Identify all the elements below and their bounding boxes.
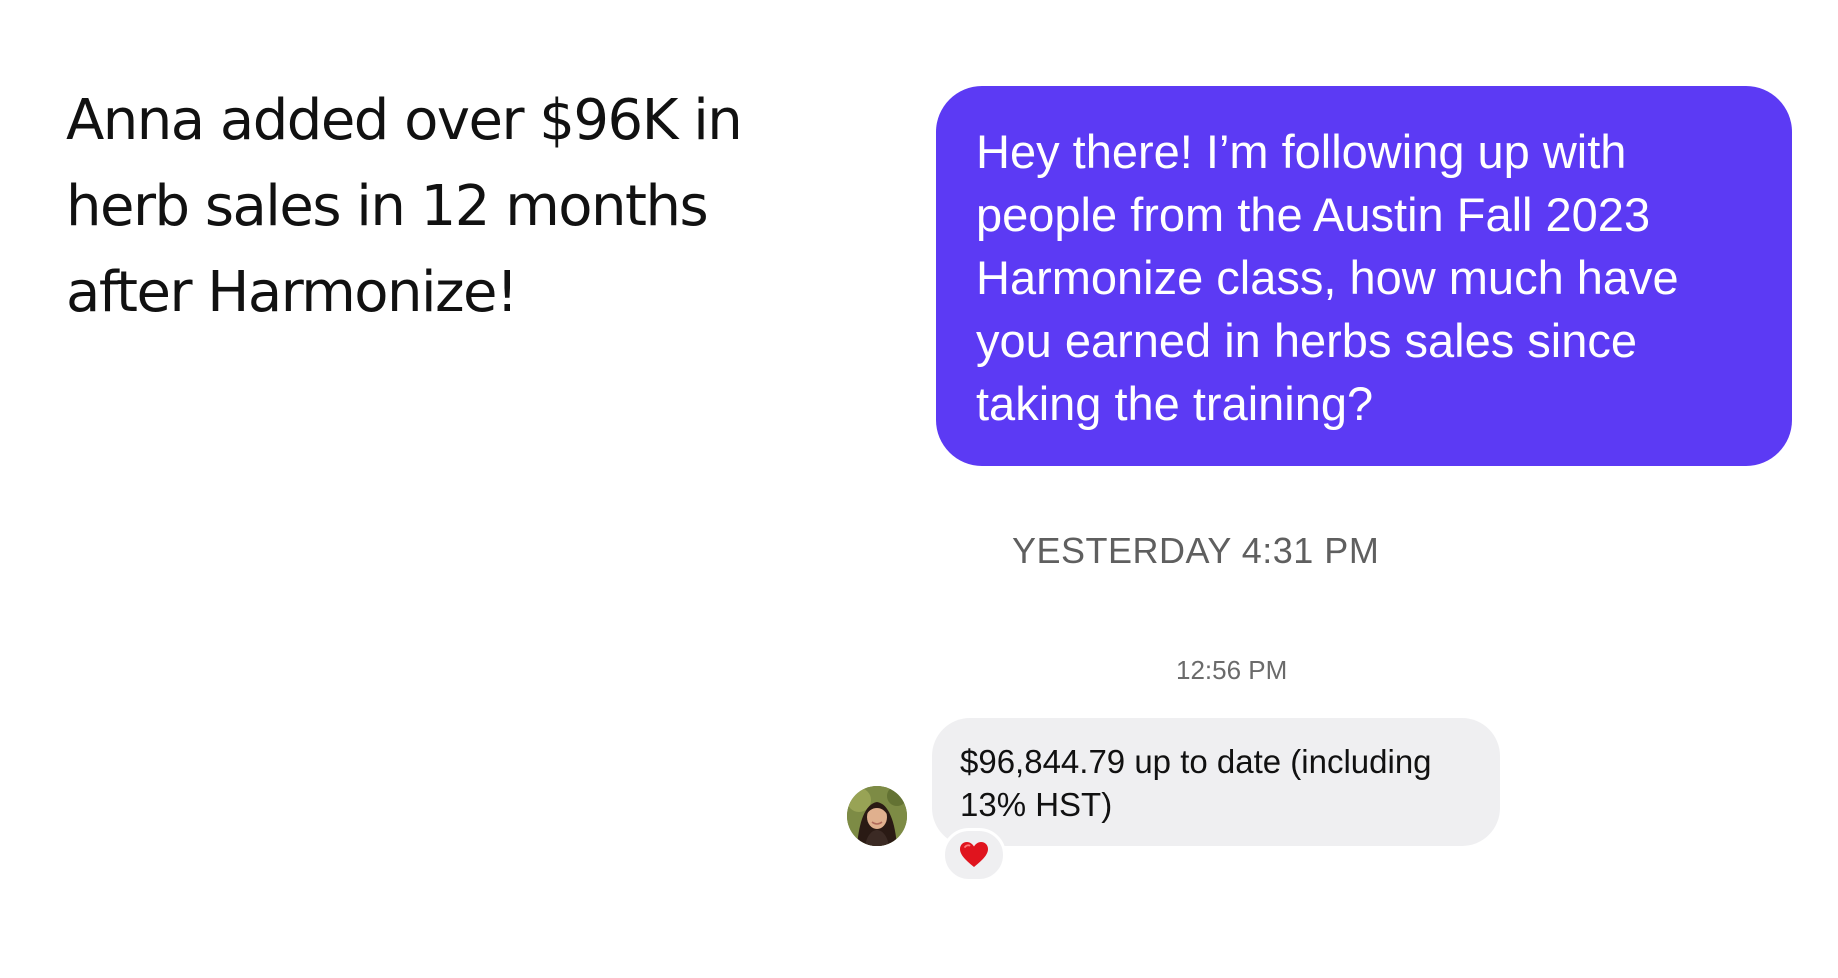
outgoing-message-line: Hey there! I’m following up with: [976, 125, 1627, 178]
incoming-message-bubble[interactable]: $96,844.79 up to date (including 13% HST…: [932, 718, 1500, 846]
headline-line-3: after Harmonize!: [66, 260, 518, 325]
outgoing-message-line: taking the training?: [976, 377, 1374, 430]
incoming-message-line: 13% HST): [960, 786, 1113, 823]
outgoing-message-line: Harmonize class, how much have: [976, 251, 1679, 304]
day-separator-timestamp: YESTERDAY 4:31 PM: [1012, 530, 1380, 571]
headline-line-2: herb sales in 12 months: [66, 174, 709, 239]
incoming-message-line: $96,844.79 up to date (including: [960, 743, 1432, 780]
headline-line-1: Anna added over $96K in: [66, 88, 743, 153]
outgoing-message-line: you earned in herbs sales since: [976, 314, 1638, 367]
avatar[interactable]: [847, 786, 907, 846]
red-heart-icon: [960, 842, 988, 867]
reply-timestamp: 12:56 PM: [1176, 655, 1288, 685]
outgoing-message-bubble[interactable]: Hey there! I’m following up with people …: [936, 86, 1792, 466]
profile-photo-icon: [847, 786, 907, 846]
reaction-badge[interactable]: [942, 828, 1006, 882]
outgoing-message-line: people from the Austin Fall 2023: [976, 188, 1651, 241]
headline: Anna added over $96K in herb sales in 12…: [66, 78, 826, 336]
